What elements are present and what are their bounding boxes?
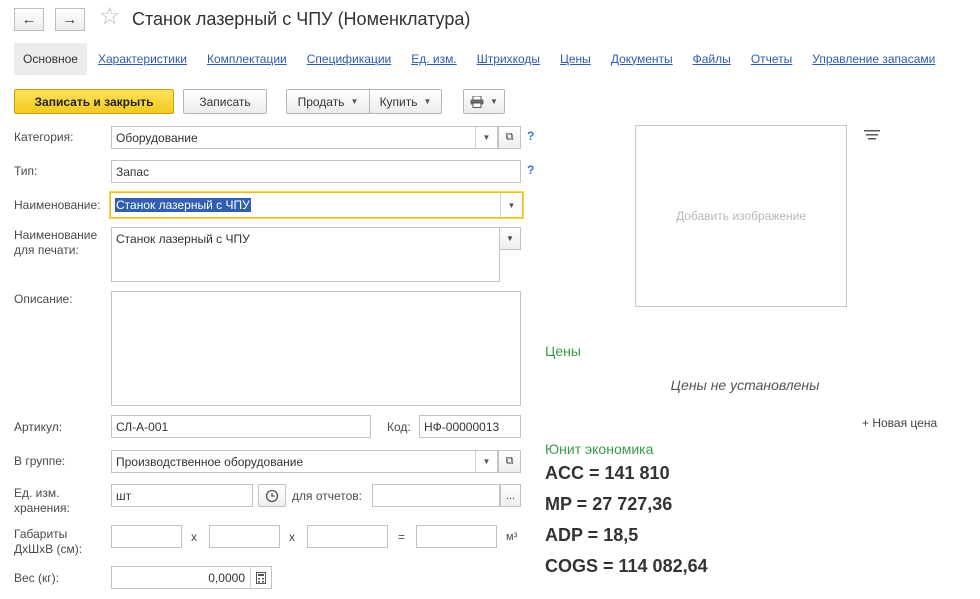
type-field[interactable]: Запас (111, 160, 521, 183)
chevron-down-icon[interactable]: ▼ (475, 127, 497, 148)
dims-separator: х (289, 530, 295, 544)
open-group-button[interactable]: ⧉ (498, 450, 521, 473)
sell-label: Продать (297, 94, 345, 109)
arrow-right-icon: → (62, 11, 78, 28)
weight-input[interactable]: 0,0000 (111, 566, 272, 589)
category-value: Оборудование (116, 130, 198, 145)
save-and-close-button[interactable]: Записать и закрыть (14, 89, 174, 114)
dims-equals: = (398, 530, 406, 544)
chevron-down-icon: ▼ (490, 97, 498, 106)
chevron-down-icon: ▼ (506, 234, 514, 243)
dimensions-label: Габариты ДхШхВ (см): (14, 527, 83, 556)
add-image-placeholder: Добавить изображение (675, 209, 807, 223)
name-label: Наименование: (14, 198, 101, 212)
group-label: В группе: (14, 454, 66, 468)
print-name-dropdown-button[interactable]: ▼ (499, 227, 521, 250)
acc-metric: ACC = 141 810 (545, 463, 670, 483)
code-input[interactable]: НФ-00000013 (419, 415, 521, 438)
buy-button[interactable]: Купить ▼ (369, 89, 442, 114)
width-input[interactable] (209, 525, 280, 548)
print-name-textarea[interactable]: Станок лазерный с ЧПУ (111, 227, 500, 282)
tab-bar: Основное Характеристики Комплектации Спе… (14, 42, 955, 75)
article-value: СЛ-А-001 (116, 419, 169, 434)
adp-metric: ADP = 18,5 (545, 525, 639, 545)
open-category-button[interactable]: ⧉ (498, 126, 521, 149)
volume-input[interactable] (416, 525, 497, 548)
dims-separator: х (191, 530, 197, 544)
code-value: НФ-00000013 (424, 419, 500, 434)
print-name-label: Наименование для печати: (14, 228, 98, 257)
article-input[interactable]: СЛ-А-001 (111, 415, 371, 438)
description-label: Описание: (14, 292, 73, 306)
forward-button[interactable]: → (55, 8, 85, 31)
chevron-down-icon[interactable]: ▼ (475, 451, 497, 472)
ellipsis-icon: ... (505, 489, 516, 502)
calculator-icon[interactable] (250, 567, 271, 588)
code-label: Код: (387, 420, 411, 434)
report-unit-label: для отчетов: (292, 489, 363, 503)
group-value: Производственное оборудование (116, 454, 304, 469)
prices-header: Цены (545, 343, 581, 359)
unit-history-button[interactable] (258, 484, 286, 507)
mp-metric: MP = 27 727,36 (545, 494, 673, 514)
type-help-icon[interactable]: ? (527, 163, 534, 177)
weight-value: 0,0000 (208, 570, 245, 585)
type-label: Тип: (14, 164, 38, 178)
category-field[interactable]: Оборудование ▼ (111, 126, 498, 149)
tab-specifications[interactable]: Спецификации (307, 52, 391, 66)
tab-reports[interactable]: Отчеты (751, 52, 792, 66)
tab-files[interactable]: Файлы (693, 52, 731, 66)
prices-empty-text: Цены не установлены (670, 377, 820, 393)
tab-main[interactable]: Основное (14, 42, 87, 75)
sell-button[interactable]: Продать ▼ (286, 89, 370, 114)
tab-barcodes[interactable]: Штрихкоды (477, 52, 540, 66)
chevron-down-icon: ▼ (350, 97, 359, 106)
image-dropzone[interactable]: Добавить изображение (635, 125, 847, 307)
open-window-icon: ⧉ (505, 455, 514, 467)
cogs-metric: COGS = 114 082,64 (545, 556, 708, 576)
tab-kits[interactable]: Комплектации (207, 52, 287, 66)
category-label: Категория: (14, 130, 74, 144)
description-textarea[interactable] (111, 291, 521, 406)
unit-input[interactable]: шт (111, 484, 253, 507)
article-label: Артикул: (14, 420, 63, 434)
print-button[interactable]: ▼ (463, 89, 505, 114)
category-help-icon[interactable]: ? (527, 129, 534, 143)
save-button[interactable]: Записать (183, 89, 267, 114)
report-unit-input[interactable] (372, 484, 500, 507)
back-button[interactable]: ← (14, 8, 44, 31)
name-value: Станок лазерный с ЧПУ (115, 198, 251, 212)
tab-inventory-management[interactable]: Управление запасами (812, 52, 935, 66)
group-field[interactable]: Производственное оборудование ▼ (111, 450, 498, 473)
tab-documents[interactable]: Документы (611, 52, 673, 66)
unit-label: Ед. изм. хранения: (14, 486, 70, 515)
buy-label: Купить (379, 94, 418, 109)
name-input[interactable]: Станок лазерный с ЧПУ ▼ (110, 192, 523, 218)
unit-value: шт (116, 488, 132, 503)
volume-unit: м³ (506, 531, 518, 543)
open-window-icon: ⧉ (505, 131, 514, 143)
type-value: Запас (116, 164, 150, 179)
chevron-down-icon: ▼ (423, 97, 432, 106)
new-price-link[interactable]: + Новая цена (862, 416, 937, 430)
unit-economics-header: Юнит экономика (545, 441, 654, 457)
printer-icon (470, 95, 484, 108)
page-title: Станок лазерный с ЧПУ (Номенклатура) (132, 9, 471, 29)
print-name-value: Станок лазерный с ЧПУ (116, 232, 250, 246)
tab-units[interactable]: Ед. изм. (411, 52, 456, 66)
weight-label: Вес (кг): (14, 571, 59, 585)
length-input[interactable] (111, 525, 182, 548)
height-input[interactable] (307, 525, 388, 548)
tab-prices[interactable]: Цены (560, 52, 591, 66)
report-unit-select-button[interactable]: ... (500, 484, 521, 507)
history-clock-icon (265, 489, 279, 502)
chevron-down-icon[interactable]: ▼ (500, 193, 522, 217)
arrow-left-icon: ← (21, 11, 37, 28)
tab-characteristics[interactable]: Характеристики (98, 52, 187, 66)
menu-lines-icon[interactable] (864, 129, 880, 143)
favorite-star-icon[interactable]: ☆ (99, 5, 121, 29)
